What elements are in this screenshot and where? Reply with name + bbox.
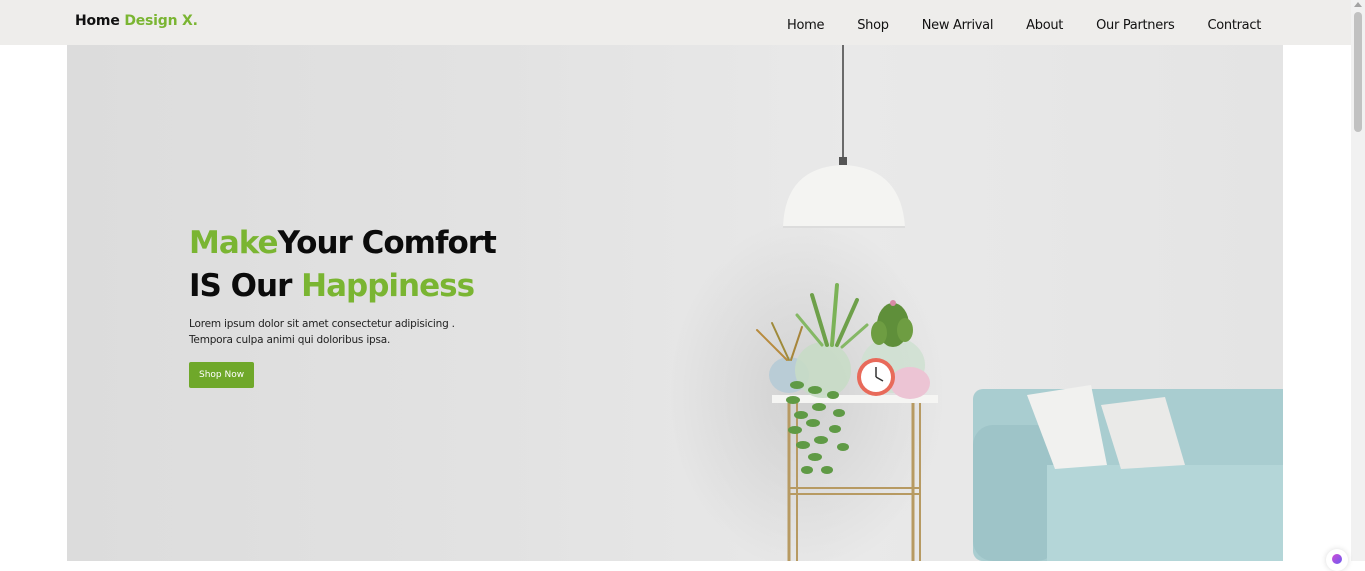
hero-text-block: MakeYour Comfort IS Our Happiness Lorem … xyxy=(189,222,609,388)
sofa xyxy=(973,385,1283,561)
plant-pots xyxy=(769,337,930,399)
headline-line1: Your Comfort xyxy=(277,225,497,261)
headline-accent-make: Make xyxy=(189,225,279,261)
pendant-lamp xyxy=(783,45,905,228)
nav-item-our-partners[interactable]: Our Partners xyxy=(1096,18,1175,33)
nav-item-shop[interactable]: Shop xyxy=(857,18,889,33)
nav-item-contract[interactable]: Contract xyxy=(1207,18,1261,33)
nav-item-about[interactable]: About xyxy=(1026,18,1063,33)
shop-now-button[interactable]: Shop Now xyxy=(189,362,255,388)
scroll-thumb[interactable] xyxy=(1354,12,1362,132)
cactus-plant xyxy=(871,300,913,347)
chat-widget-icon[interactable] xyxy=(1326,549,1348,571)
top-navbar: Home Design X. Home Shop New Arrival Abo… xyxy=(0,0,1351,45)
brand-accent: Design X. xyxy=(124,13,198,29)
hero-section: MakeYour Comfort IS Our Happiness Lorem … xyxy=(67,45,1283,561)
page-scrollbar[interactable] xyxy=(1351,0,1365,561)
headline-accent-happiness: Happiness xyxy=(301,268,475,304)
nav-item-home[interactable]: Home xyxy=(787,18,825,33)
nav-menu: Home Shop New Arrival About Our Partners… xyxy=(787,14,1261,33)
brand-name: Home xyxy=(75,13,120,29)
hero-headline: MakeYour Comfort IS Our Happiness xyxy=(189,222,609,308)
headline-line2-lead: IS Our xyxy=(189,268,302,304)
hero-subtext-line1: Lorem ipsum dolor sit amet consectetur a… xyxy=(189,318,455,330)
nav-item-new-arrival[interactable]: New Arrival xyxy=(922,18,994,33)
brand-logo[interactable]: Home Design X. xyxy=(75,13,198,29)
side-table xyxy=(772,395,938,561)
hero-subtext: Lorem ipsum dolor sit amet consectetur a… xyxy=(189,316,489,348)
hero-subtext-line2: Tempora culpa animi qui doloribus ipsa. xyxy=(189,334,391,346)
scroll-up-icon[interactable] xyxy=(1354,2,1362,7)
